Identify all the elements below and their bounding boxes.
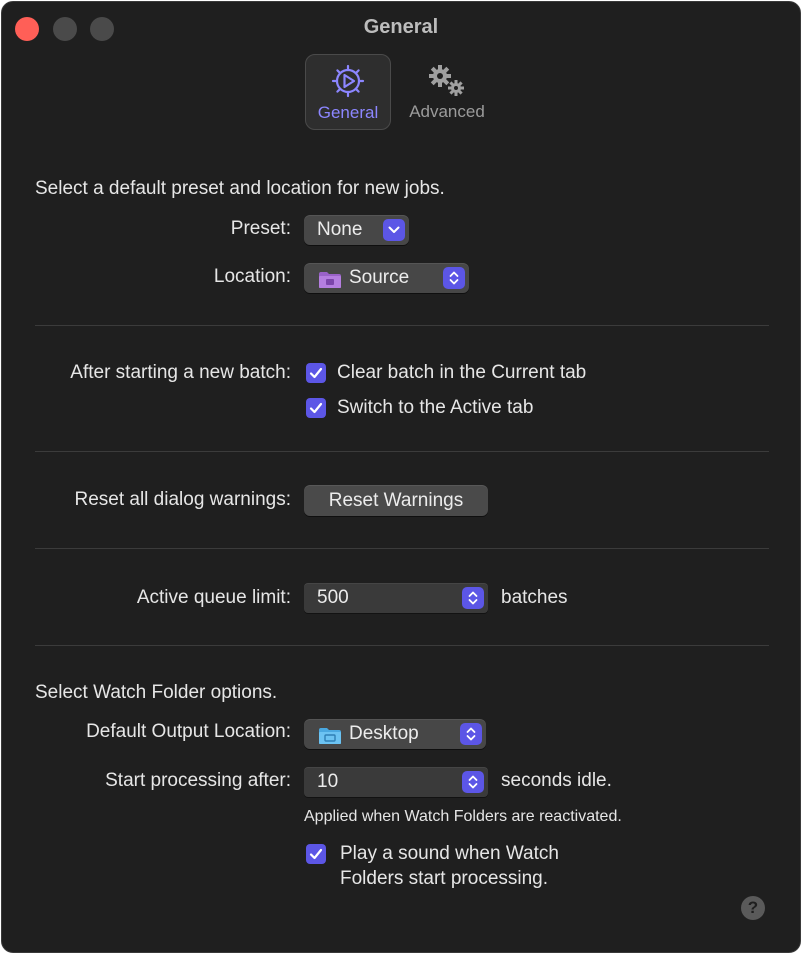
output-location-popup[interactable]: Desktop — [304, 719, 486, 749]
idle-label: Start processing after: — [105, 770, 291, 791]
location-popup[interactable]: Source — [304, 263, 469, 293]
preset-value: None — [317, 219, 363, 240]
gears-icon — [424, 62, 470, 103]
up-down-chevron-icon — [460, 723, 482, 745]
chevron-down-icon — [383, 219, 405, 241]
switch-active-label: Switch to the Active tab — [337, 397, 534, 418]
play-sound-label-line2: Folders start processing. — [340, 868, 549, 889]
defaults-heading: Select a default preset and location for… — [35, 178, 445, 199]
play-sound-checkbox[interactable] — [306, 844, 326, 864]
separator — [35, 325, 769, 326]
location-label: Location: — [213, 266, 291, 287]
tab-general-label: General — [317, 103, 379, 122]
reset-warnings-button[interactable]: Reset Warnings — [304, 485, 488, 516]
separator — [35, 548, 769, 549]
switch-active-checkbox[interactable] — [306, 398, 326, 418]
purple-folder-icon — [318, 269, 342, 288]
location-value: Source — [349, 267, 410, 288]
help-button[interactable]: ? — [741, 896, 765, 920]
idle-seconds-value: 10 — [317, 771, 339, 792]
batch-label: After starting a new batch: — [70, 362, 291, 383]
clear-batch-checkbox[interactable] — [306, 363, 326, 383]
tab-advanced-label: Advanced — [409, 102, 485, 121]
queue-limit-label: Active queue limit: — [136, 587, 291, 608]
up-down-chevron-icon — [443, 267, 465, 289]
separator — [35, 645, 769, 646]
play-sound-label-line1: Play a sound when Watch — [340, 843, 559, 864]
watch-heading: Select Watch Folder options. — [35, 682, 278, 703]
clear-batch-label: Clear batch in the Current tab — [337, 362, 587, 383]
idle-seconds-stepper[interactable]: 10 — [304, 767, 488, 797]
window-title: General — [363, 16, 439, 38]
gear-play-icon — [330, 63, 366, 104]
reset-warnings-label: Reset all dialog warnings: — [74, 489, 291, 510]
blue-folder-icon — [318, 725, 342, 744]
up-down-chevron-icon[interactable] — [462, 587, 484, 609]
queue-limit-value: 500 — [317, 587, 349, 608]
idle-unit: seconds idle. — [501, 770, 612, 791]
tab-general[interactable]: General — [305, 54, 391, 130]
queue-limit-stepper[interactable]: 500 — [304, 583, 488, 613]
preset-popup[interactable]: None — [304, 215, 409, 245]
up-down-chevron-icon[interactable] — [462, 771, 484, 793]
output-location-value: Desktop — [349, 723, 419, 744]
preset-label: Preset: — [230, 218, 291, 239]
preferences-window: General General Advanced Select a defaul… — [1, 1, 801, 953]
separator — [35, 451, 769, 452]
output-location-label: Default Output Location: — [86, 721, 291, 742]
queue-limit-unit: batches — [501, 587, 568, 608]
reactivation-note: Applied when Watch Folders are reactivat… — [304, 808, 622, 825]
tab-advanced[interactable]: Advanced — [401, 54, 493, 130]
